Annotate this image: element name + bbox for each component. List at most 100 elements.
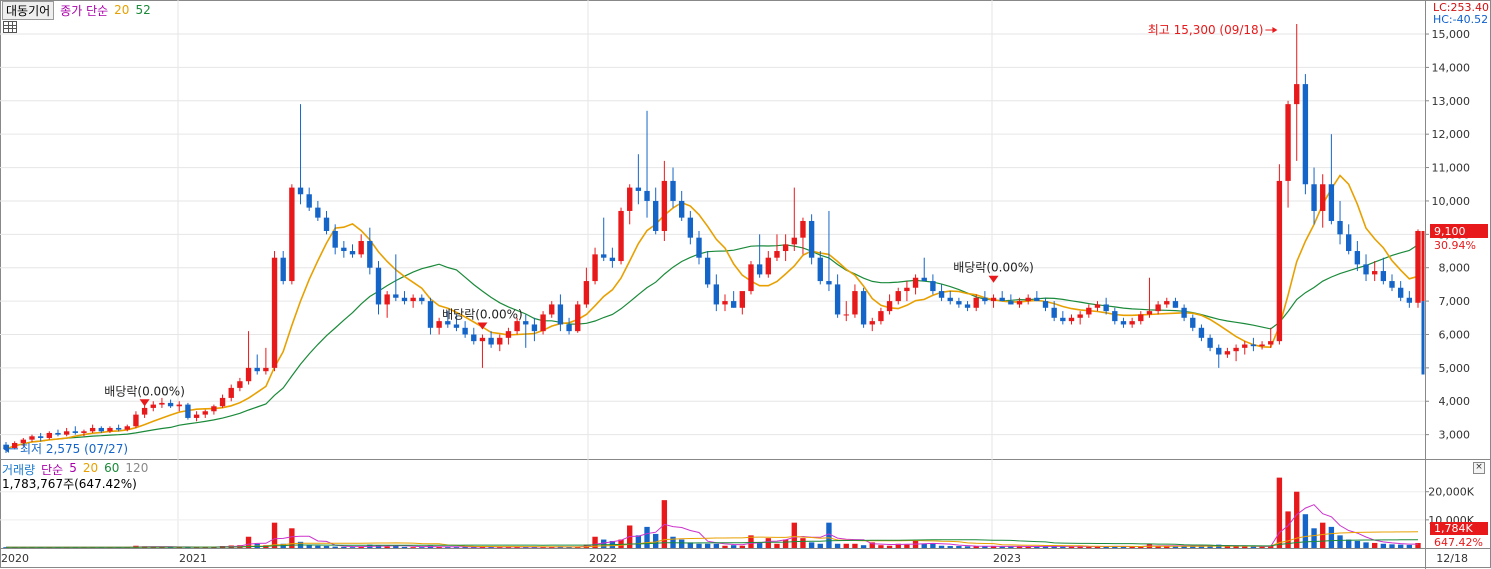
candle-body — [765, 257, 771, 275]
candle-body — [1302, 84, 1309, 185]
candle-body — [427, 301, 434, 328]
candle-body — [375, 267, 382, 305]
candle-body — [445, 321, 451, 325]
candle-body — [1337, 220, 1343, 235]
candle-body — [124, 426, 130, 430]
volume-bar — [1198, 545, 1205, 548]
stock-name-box[interactable]: 대동기어 — [2, 0, 55, 20]
volume-bar — [219, 546, 226, 548]
candle-body — [211, 406, 217, 412]
candle-body — [1146, 311, 1153, 315]
volume-bar — [1268, 545, 1274, 548]
candle-body — [289, 187, 295, 282]
volume-bar — [107, 547, 113, 548]
volume-bar — [98, 547, 104, 548]
volume-bar — [445, 547, 451, 548]
volume-ma5-line — [6, 504, 1418, 548]
candle-body — [540, 314, 546, 332]
volume-bar — [11, 547, 18, 548]
volume-bar — [263, 545, 269, 548]
volume-bar — [808, 542, 815, 548]
candle-body — [1372, 271, 1378, 275]
candle-body — [1155, 304, 1161, 312]
volume-bar — [1389, 544, 1395, 548]
ma52-line — [5, 244, 1419, 450]
candle-body — [1389, 281, 1395, 288]
candle-body — [739, 291, 746, 308]
volume-bar — [167, 547, 174, 548]
volume-bar — [583, 544, 590, 548]
price-tick-label: 11,000 — [1432, 162, 1471, 175]
volume-bar — [523, 546, 529, 548]
volume-bar — [635, 535, 642, 548]
volume-bar — [436, 546, 442, 548]
volume-bar — [549, 546, 555, 548]
candle-body — [791, 237, 797, 245]
volume-bar — [540, 547, 546, 548]
volume-bar — [1328, 526, 1335, 548]
candle-body — [202, 411, 208, 415]
candle-body — [670, 180, 676, 201]
volume-bar — [176, 547, 182, 548]
candle-body — [401, 297, 408, 302]
volume-bar — [341, 546, 347, 548]
candle-body — [1120, 321, 1127, 325]
candle-body — [1060, 317, 1066, 322]
candle-body — [782, 244, 789, 252]
price-tick-label: 3,000 — [1439, 429, 1471, 442]
candle-body — [531, 324, 538, 332]
close-icon[interactable]: × — [1473, 462, 1485, 474]
chart-header: 대동기어 종가 단순 20 52 — [2, 0, 151, 20]
volume-bar — [505, 547, 512, 548]
volume-bar — [271, 522, 278, 548]
volume-bar — [678, 539, 685, 548]
candle-body — [1285, 104, 1291, 181]
volume-bar — [133, 545, 139, 548]
volume-bar — [1060, 546, 1066, 548]
volume-bar — [245, 536, 252, 548]
price-tick-label: 14,000 — [1432, 61, 1471, 74]
volume-bar — [644, 526, 650, 548]
volume-bar — [375, 545, 382, 548]
candle-body — [1346, 234, 1352, 252]
volume-tick-label: 20,000K — [1428, 486, 1474, 499]
candle-body — [89, 427, 96, 432]
volume-bar — [713, 543, 720, 548]
hc-value: HC:-40.52 — [1432, 13, 1489, 26]
volume-bar — [653, 533, 659, 548]
volume-bar — [37, 547, 44, 548]
candle-body — [730, 301, 737, 308]
volume-bar — [557, 546, 564, 548]
candle-body — [280, 257, 286, 282]
candle-body — [193, 414, 200, 418]
volume-bar — [323, 546, 330, 548]
series-label: 종가 단순 — [60, 3, 109, 18]
candle-body — [1042, 301, 1049, 308]
candle-body — [1311, 184, 1317, 211]
volume-bar — [1068, 546, 1075, 548]
table-grid-icon[interactable] — [3, 21, 17, 33]
candle-body — [1016, 301, 1023, 305]
volume-bar — [1008, 546, 1014, 548]
candle-body — [1242, 344, 1248, 348]
volume-bar — [1034, 546, 1040, 548]
volume-bar — [72, 547, 78, 548]
volume-bar — [1190, 545, 1196, 548]
volume-bar — [982, 546, 988, 548]
candle-body — [557, 304, 564, 325]
candle-body — [1224, 351, 1231, 355]
volume-bar — [1112, 546, 1118, 548]
volume-bar — [1233, 546, 1239, 548]
volume-bar — [1155, 545, 1161, 548]
volume-bar — [930, 543, 936, 548]
volume-bar — [765, 538, 771, 548]
volume-bar — [817, 543, 823, 548]
candle-body — [860, 291, 867, 325]
volume-bar — [852, 543, 858, 548]
candle-body — [566, 324, 572, 332]
volume-tick-label: 10,000K — [1428, 514, 1474, 527]
candle-body — [817, 257, 823, 282]
candle-body — [1328, 184, 1335, 221]
volume-bar — [1181, 546, 1187, 548]
volume-bar — [1380, 543, 1387, 548]
